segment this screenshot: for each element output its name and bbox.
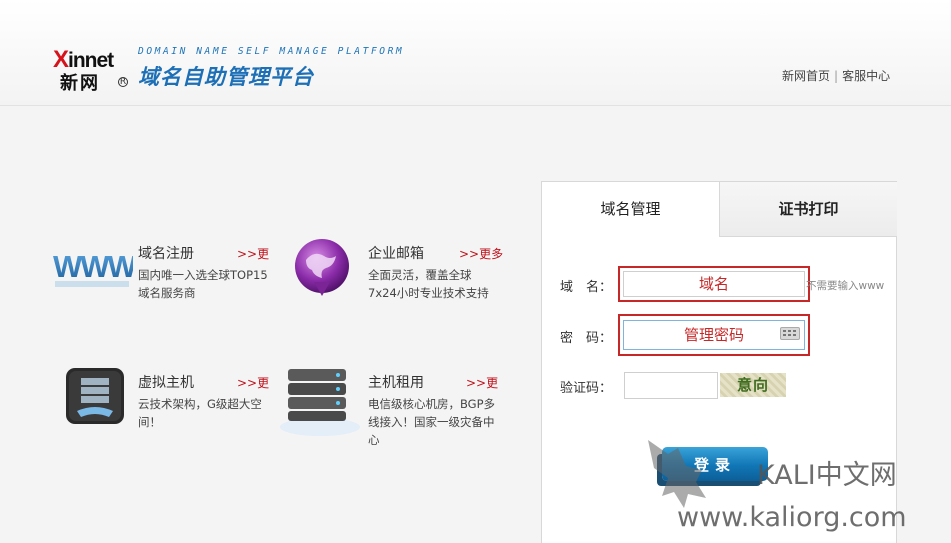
captcha-label: 验证码： [560, 381, 613, 396]
www-icon: WWW [53, 249, 133, 287]
service-title: 企业邮箱 [368, 246, 424, 262]
virtual-host-icon [66, 368, 124, 424]
service-description: 国内唯一入选全球TOP15域名服务商 [138, 268, 268, 300]
watermark-url: www.kaliorg.com [677, 502, 907, 533]
soft-keyboard-icon[interactable] [780, 327, 800, 340]
more-link[interactable]: >>更多 [459, 245, 503, 262]
domain-hint: 不需要输入www [806, 280, 885, 292]
tab-certificate-print[interactable]: 证书打印 [719, 182, 897, 237]
service-enterprise-mail: 企业邮箱 >>更多 全面灵活，覆盖全球7x24小时专业技术支持 [283, 239, 513, 323]
service-title: 域名注册 [138, 246, 194, 262]
more-link[interactable]: >>更 [237, 374, 269, 391]
registered-mark-icon: R [118, 77, 128, 87]
more-link[interactable]: >>更 [466, 374, 498, 391]
logo-chinese-name: 新网 [60, 73, 100, 94]
nav-separator: | [834, 69, 839, 83]
captcha-image[interactable]: 意向 [720, 373, 786, 397]
support-center-link[interactable]: 客服中心 [842, 69, 890, 83]
site-header: Xinnet 新网 R DOMAIN NAME SELF MANAGE PLAT… [0, 0, 951, 106]
top-nav-links: 新网首页 | 客服中心 [782, 67, 890, 84]
domain-label: 域 名： [560, 280, 613, 295]
domain-input[interactable] [623, 271, 805, 297]
svg-text:WWW: WWW [53, 249, 133, 284]
platform-title: 域名自助管理平台 [138, 65, 314, 89]
platform-english-title: DOMAIN NAME SELF MANAGE PLATFORM [138, 46, 405, 57]
service-description: 全面灵活，覆盖全球7x24小时专业技术支持 [368, 268, 489, 300]
service-server-rental: 主机租用 >>更 电信级核心机房，BGP多线接入！国家一级灾备中心 [280, 369, 513, 452]
service-description: 电信级核心机房，BGP多线接入！国家一级灾备中心 [368, 397, 496, 447]
server-rental-icon [280, 369, 360, 436]
watermark-site-name: KALI中文网 [757, 460, 897, 491]
service-description: 云技术架构，G级超大空间！ [138, 397, 262, 429]
tab-domain-management[interactable]: 域名管理 [542, 182, 719, 237]
service-domain-registration: WWW 域名注册 >>更 国内唯一入选全球TOP15域名服务商 [53, 243, 283, 323]
service-virtual-host: 虚拟主机 >>更 云技术架构，G级超大空间！ [53, 368, 283, 452]
password-input[interactable] [623, 320, 805, 350]
password-label: 密 码： [560, 331, 613, 346]
service-title: 主机租用 [368, 375, 424, 391]
enterprise-mail-icon [295, 239, 349, 296]
home-link[interactable]: 新网首页 [782, 69, 830, 83]
service-title: 虚拟主机 [138, 375, 194, 391]
captcha-input[interactable] [624, 372, 718, 399]
more-link[interactable]: >>更 [237, 245, 269, 262]
